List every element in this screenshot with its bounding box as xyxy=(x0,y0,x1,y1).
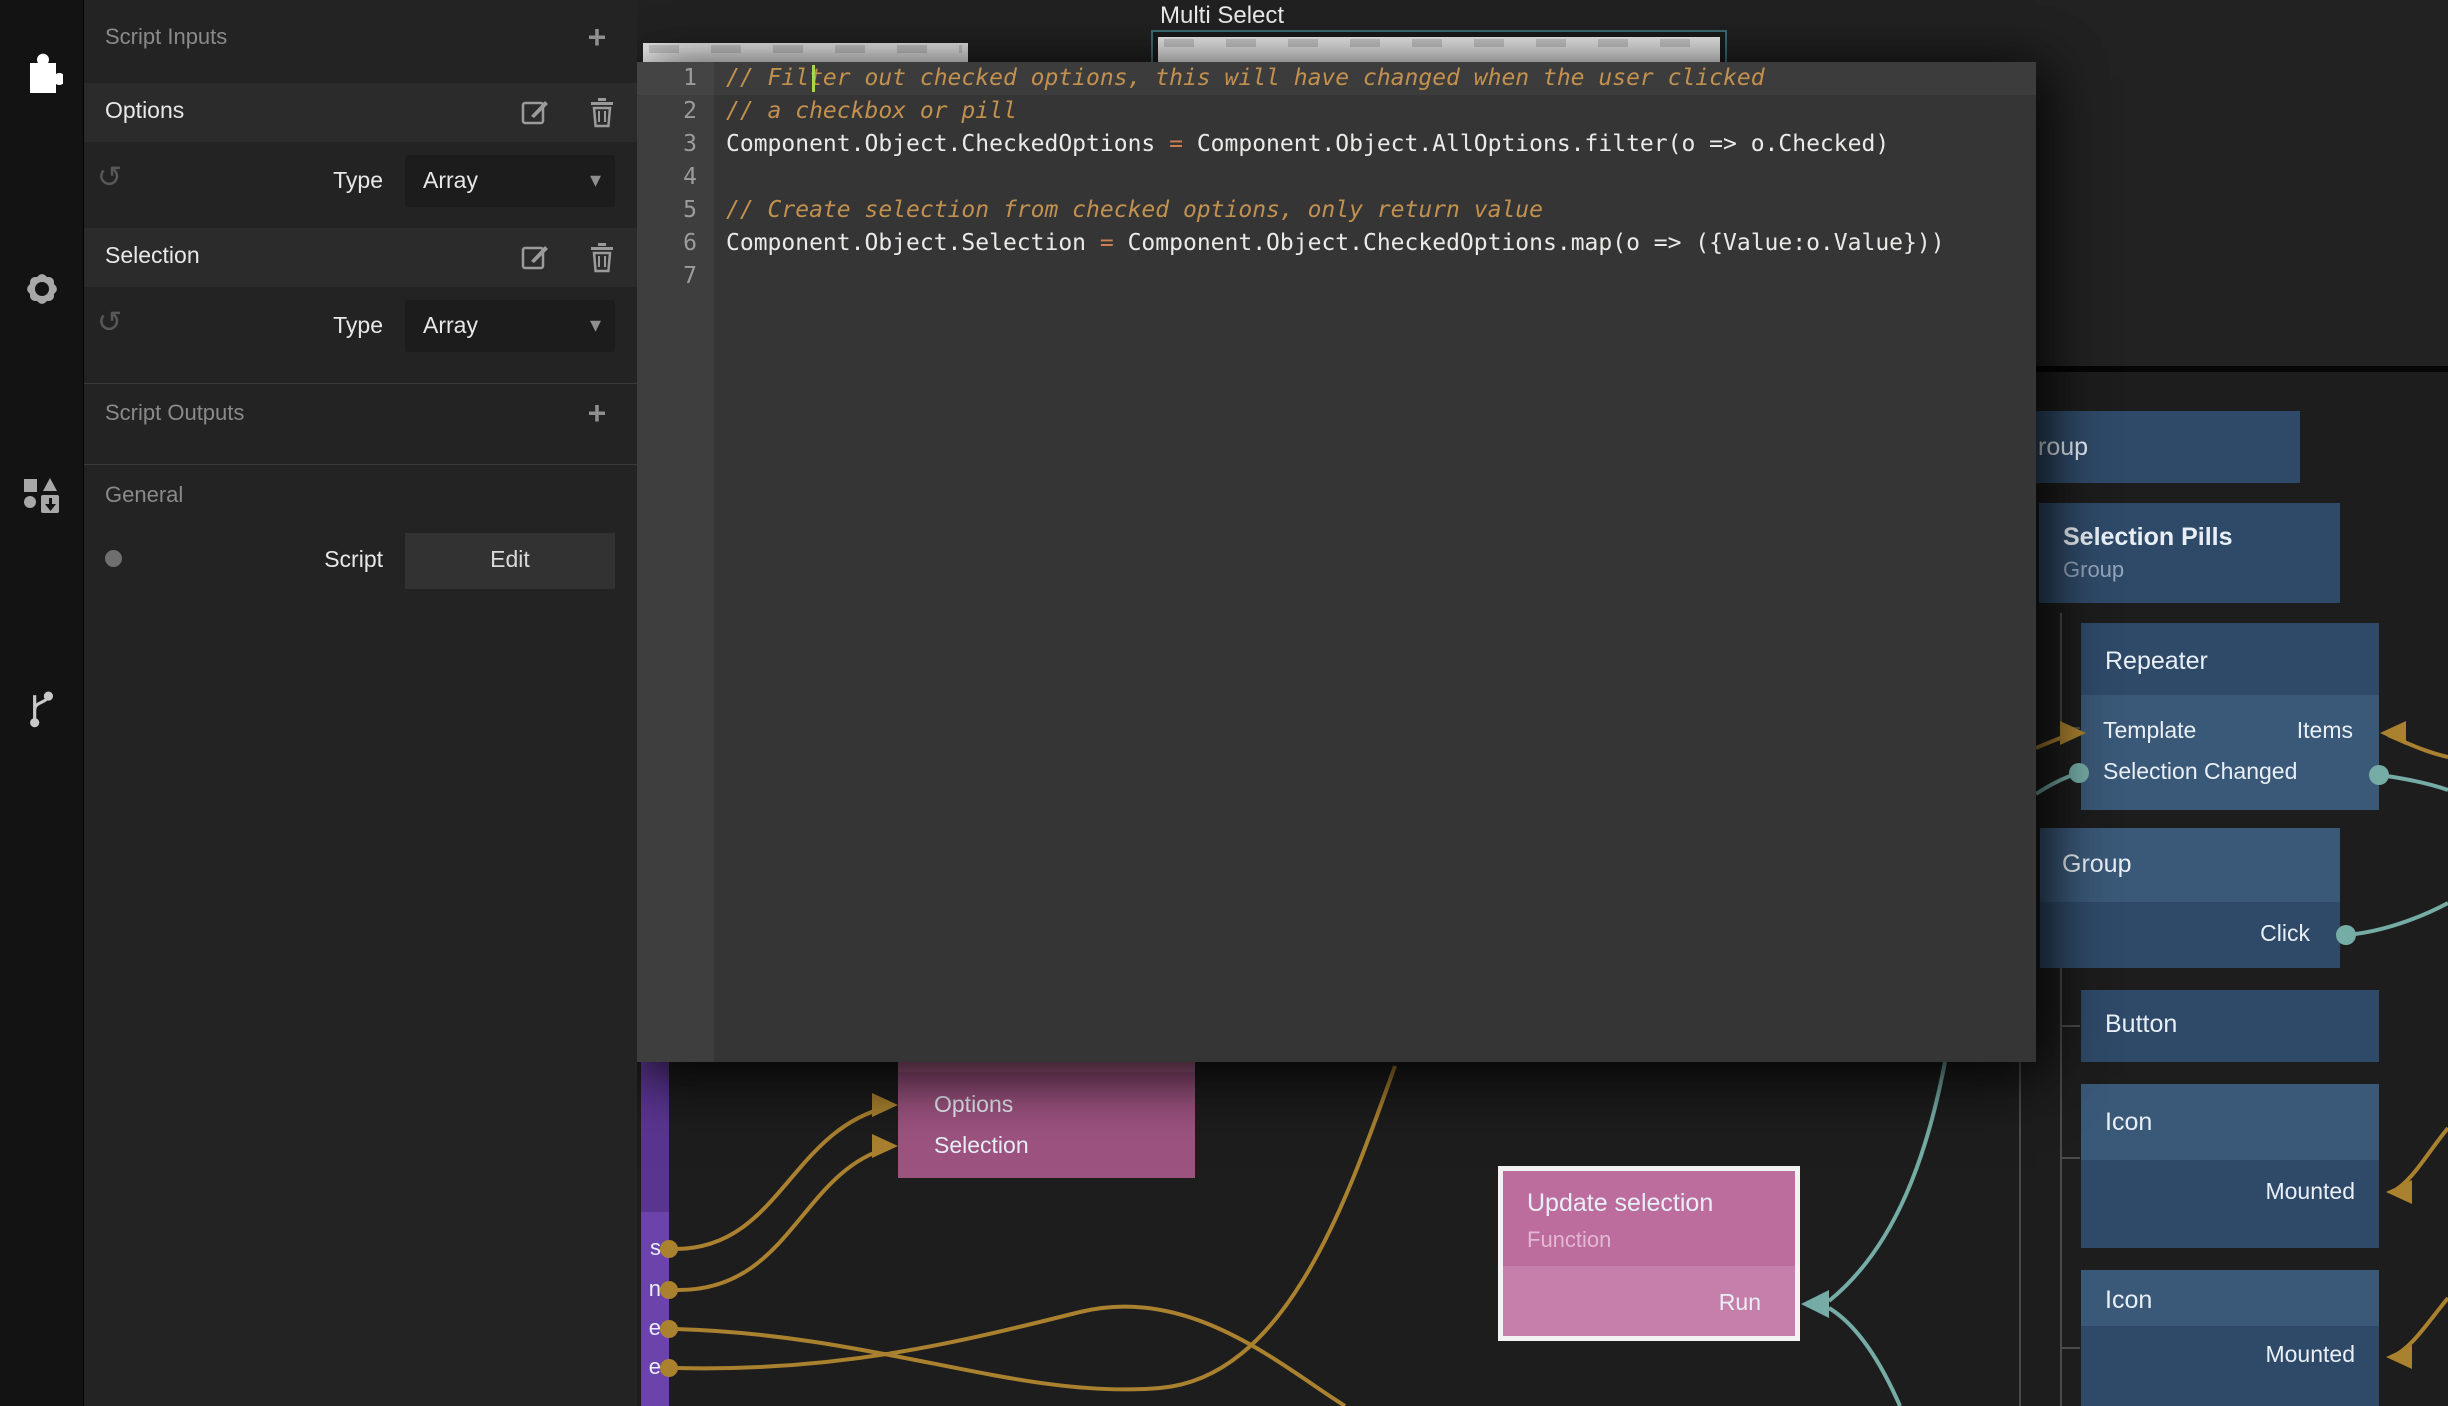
code-comment: // a checkbox or pill xyxy=(726,98,1017,124)
edit-script-button[interactable]: Edit xyxy=(405,533,615,589)
port-dot-script-3[interactable] xyxy=(660,1320,678,1338)
arrowhead-options xyxy=(872,1093,898,1117)
line-number: 2 xyxy=(637,95,697,128)
chevron-down-icon: ▾ xyxy=(590,312,601,338)
connection-dot-icon xyxy=(105,550,122,567)
type-dropdown-options[interactable]: Array ▾ xyxy=(405,155,615,207)
code-text: Component.Object.AllOptions.filter(o => … xyxy=(1197,131,1889,157)
type-dropdown-selection[interactable]: Array ▾ xyxy=(405,300,615,352)
type-dropdown-value: Array xyxy=(423,312,478,339)
param-row-selection[interactable]: Selection xyxy=(83,228,637,287)
add-script-output-button[interactable]: + xyxy=(579,396,615,432)
arrowhead-run xyxy=(1801,1290,1829,1318)
edit-param-icon[interactable] xyxy=(520,96,552,128)
code-line-4[interactable]: 4 xyxy=(637,161,2036,194)
param-name: Options xyxy=(105,97,184,124)
components-puzzle-icon[interactable] xyxy=(21,50,63,94)
param-name: Selection xyxy=(105,242,200,269)
delete-param-icon[interactable] xyxy=(586,96,618,128)
general-header: General xyxy=(105,482,183,508)
sidebar-icon-rail xyxy=(0,0,84,1406)
param-type-row-selection: ↺ Type Array ▾ xyxy=(83,287,637,365)
port-dot-click[interactable] xyxy=(2336,925,2356,945)
script-outputs-header: Script Outputs xyxy=(105,400,244,426)
line-number: 1 xyxy=(637,62,697,95)
edit-param-icon[interactable] xyxy=(520,241,552,273)
version-control-branch-icon[interactable] xyxy=(21,686,63,730)
code-operator: = xyxy=(1155,131,1197,157)
code-comment: // Create selection from checked options… xyxy=(726,197,1543,223)
script-label: Script xyxy=(263,546,383,573)
divider xyxy=(83,464,637,465)
arrowhead-icon2-mounted xyxy=(2386,1345,2412,1369)
code-line-3[interactable]: 3 Component.Object.CheckedOptions = Compo… xyxy=(637,128,2036,161)
type-label: Type xyxy=(263,312,383,339)
edit-script-button-label: Edit xyxy=(405,546,615,573)
script-row: Script Edit xyxy=(83,528,637,592)
divider xyxy=(83,383,637,384)
code-text: Component.Object.CheckedOptions.map(o =>… xyxy=(1128,230,1945,256)
line-number: 5 xyxy=(637,194,697,227)
reset-value-icon[interactable]: ↺ xyxy=(97,160,122,195)
arrowhead-selection xyxy=(872,1134,898,1158)
port-dot-script-4[interactable] xyxy=(660,1359,678,1377)
arrowhead-icon1-mounted xyxy=(2386,1180,2412,1204)
code-line-6[interactable]: 6 Component.Object.Selection = Component.… xyxy=(637,227,2036,260)
settings-gear-icon[interactable] xyxy=(21,268,63,312)
arrowhead-template xyxy=(2060,721,2086,745)
editor-cursor xyxy=(812,65,815,92)
code-text: Component.Object.Selection xyxy=(726,230,1086,256)
properties-panel: Script Inputs + Options ↺ Type Array ▾ S… xyxy=(83,0,637,1406)
reset-value-icon[interactable]: ↺ xyxy=(97,305,122,340)
param-row-options[interactable]: Options xyxy=(83,83,637,142)
code-comment: // Filter out checked options, this will… xyxy=(726,65,1765,91)
chevron-down-icon: ▾ xyxy=(590,167,601,193)
code-text: Component.Object.CheckedOptions xyxy=(726,131,1155,157)
port-dot-selection-changed-right[interactable] xyxy=(2369,765,2389,785)
type-label: Type xyxy=(263,167,383,194)
port-dot-selection-changed-left[interactable] xyxy=(2069,763,2089,783)
port-dot-script-1[interactable] xyxy=(660,1240,678,1258)
code-line-7[interactable]: 7 xyxy=(637,260,2036,293)
type-dropdown-value: Array xyxy=(423,167,478,194)
arrowhead-items xyxy=(2380,721,2406,745)
line-number: 4 xyxy=(637,161,697,194)
code-line-1[interactable]: 1 // Filter out checked options, this wil… xyxy=(637,62,2036,95)
port-dot-script-2[interactable] xyxy=(660,1281,678,1299)
import-shapes-icon[interactable] xyxy=(21,474,63,518)
param-type-row-options: ↺ Type Array ▾ xyxy=(83,142,637,220)
code-editor[interactable]: 1 // Filter out checked options, this wil… xyxy=(637,62,2036,1062)
line-number: 3 xyxy=(637,128,697,161)
code-line-5[interactable]: 5 // Create selection from checked option… xyxy=(637,194,2036,227)
line-number: 7 xyxy=(637,260,697,293)
noodl-ide: { "colors": { "orange": "#A9812F", "teal… xyxy=(0,0,2448,1406)
code-line-2[interactable]: 2 // a checkbox or pill xyxy=(637,95,2036,128)
add-script-input-button[interactable]: + xyxy=(579,20,615,56)
delete-param-icon[interactable] xyxy=(586,241,618,273)
code-operator: = xyxy=(1086,230,1128,256)
line-number: 6 xyxy=(637,227,697,260)
script-inputs-header: Script Inputs xyxy=(105,24,227,50)
